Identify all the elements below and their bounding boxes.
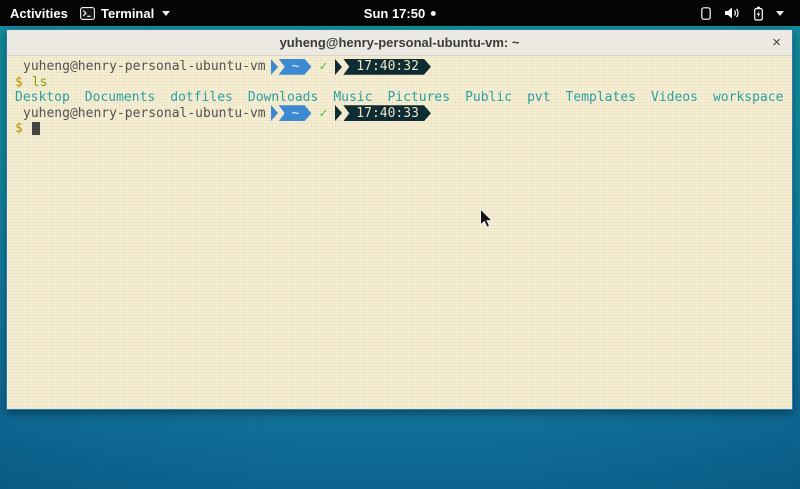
terminal-window: yuheng@henry-personal-ubuntu-vm: ~ × yuh… xyxy=(6,29,793,410)
status-check-icon: ✓ xyxy=(319,59,327,74)
directory-name: Pictures xyxy=(387,90,450,105)
command-line: $ ls xyxy=(11,75,788,91)
battery-charging-icon xyxy=(751,6,765,21)
window-titlebar[interactable]: yuheng@henry-personal-ubuntu-vm: ~ × xyxy=(7,30,792,56)
directory-name: Music xyxy=(333,90,372,105)
typed-command: ls xyxy=(32,75,48,90)
directory-name: Desktop xyxy=(15,90,70,105)
prompt-dollar: $ xyxy=(11,75,23,90)
directory-name: Templates xyxy=(566,90,636,105)
powerline-arrow-icon xyxy=(335,59,342,75)
terminal-cursor xyxy=(32,122,40,135)
prompt-time: 17:40:33 xyxy=(356,106,419,121)
clock-button[interactable]: Sun 17:50 xyxy=(364,0,436,26)
prompt-time-segment: 17:40:33 xyxy=(343,105,431,121)
directory-name: workspace xyxy=(713,90,783,105)
prompt-line: yuheng@henry-personal-ubuntu-vm ~ ✓ 17:4… xyxy=(11,106,788,122)
terminal-app-icon xyxy=(80,7,95,20)
powerline-arrow-icon xyxy=(271,59,278,75)
clock-label: Sun 17:50 xyxy=(364,6,425,21)
desktop-screen: Activities Terminal Sun 17:50 xyxy=(0,0,800,489)
prompt-path: ~ xyxy=(292,59,300,74)
input-line: $ xyxy=(11,121,788,137)
activities-label: Activities xyxy=(10,6,68,21)
close-button[interactable]: × xyxy=(772,30,781,55)
directory-name: pvt xyxy=(527,90,550,105)
volume-icon xyxy=(724,6,740,20)
prompt-time-segment: 17:40:32 xyxy=(343,59,431,75)
ls-output-line: Desktop Documents dotfiles Downloads Mus… xyxy=(11,90,788,106)
prompt-dollar: $ xyxy=(11,121,23,136)
screen-icon xyxy=(699,6,713,21)
terminal-content[interactable]: yuheng@henry-personal-ubuntu-vm ~ ✓ 17:4… xyxy=(7,56,792,409)
status-check-icon: ✓ xyxy=(319,106,327,121)
powerline-arrow-icon xyxy=(335,105,342,121)
directory-name: Documents xyxy=(85,90,155,105)
directory-name: Videos xyxy=(651,90,698,105)
prompt-path-segment: ~ xyxy=(279,59,312,75)
prompt-time: 17:40:32 xyxy=(356,59,419,74)
notification-dot xyxy=(431,11,436,16)
gnome-top-bar: Activities Terminal Sun 17:50 xyxy=(0,0,800,26)
app-menu-terminal[interactable]: Terminal xyxy=(80,0,170,26)
mouse-pointer-icon xyxy=(479,208,496,236)
app-menu-label: Terminal xyxy=(101,6,154,21)
chevron-down-icon xyxy=(162,11,170,16)
prompt-path-segment: ~ xyxy=(279,105,312,121)
prompt-line: yuheng@henry-personal-ubuntu-vm ~ ✓ 17:4… xyxy=(11,59,788,75)
system-status-menu[interactable] xyxy=(699,0,784,26)
directory-name: Downloads xyxy=(248,90,318,105)
prompt-path: ~ xyxy=(292,106,300,121)
directory-name: Public xyxy=(465,90,512,105)
powerline-arrow-icon xyxy=(271,105,278,121)
window-title: yuheng@henry-personal-ubuntu-vm: ~ xyxy=(280,35,520,50)
directory-name: dotfiles xyxy=(170,90,233,105)
chevron-down-icon xyxy=(776,11,784,16)
prompt-user-host: yuheng@henry-personal-ubuntu-vm xyxy=(11,59,266,74)
activities-button[interactable]: Activities xyxy=(10,0,68,26)
prompt-user-host: yuheng@henry-personal-ubuntu-vm xyxy=(11,106,266,121)
